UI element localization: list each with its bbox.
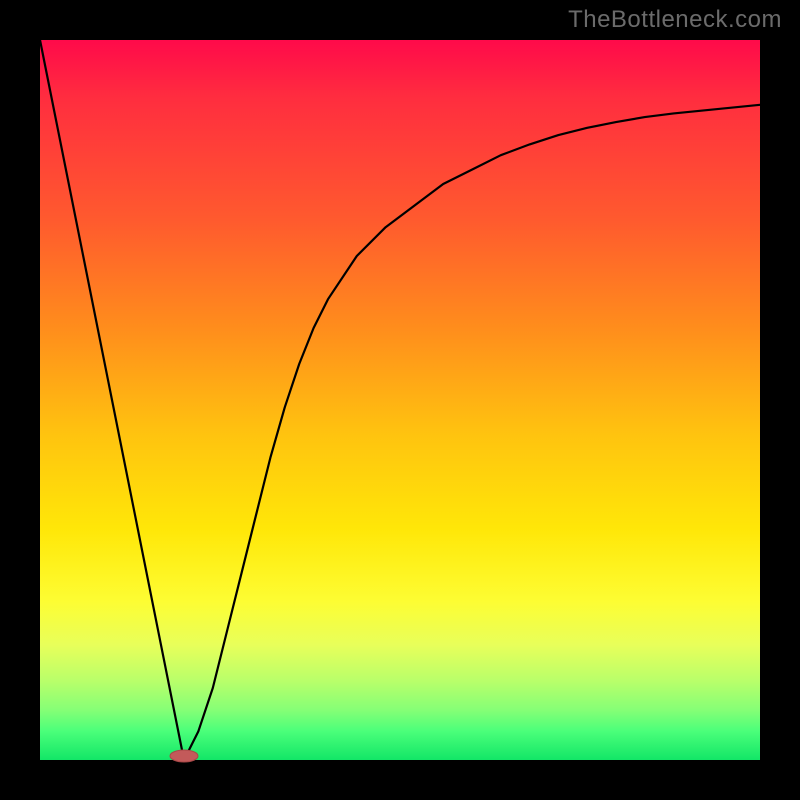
bottleneck-curve: [40, 40, 760, 760]
optimal-point-marker: [170, 750, 198, 762]
attribution-text: TheBottleneck.com: [568, 6, 782, 34]
plot-area: [40, 40, 760, 760]
chart-frame: TheBottleneck.com: [0, 0, 800, 800]
